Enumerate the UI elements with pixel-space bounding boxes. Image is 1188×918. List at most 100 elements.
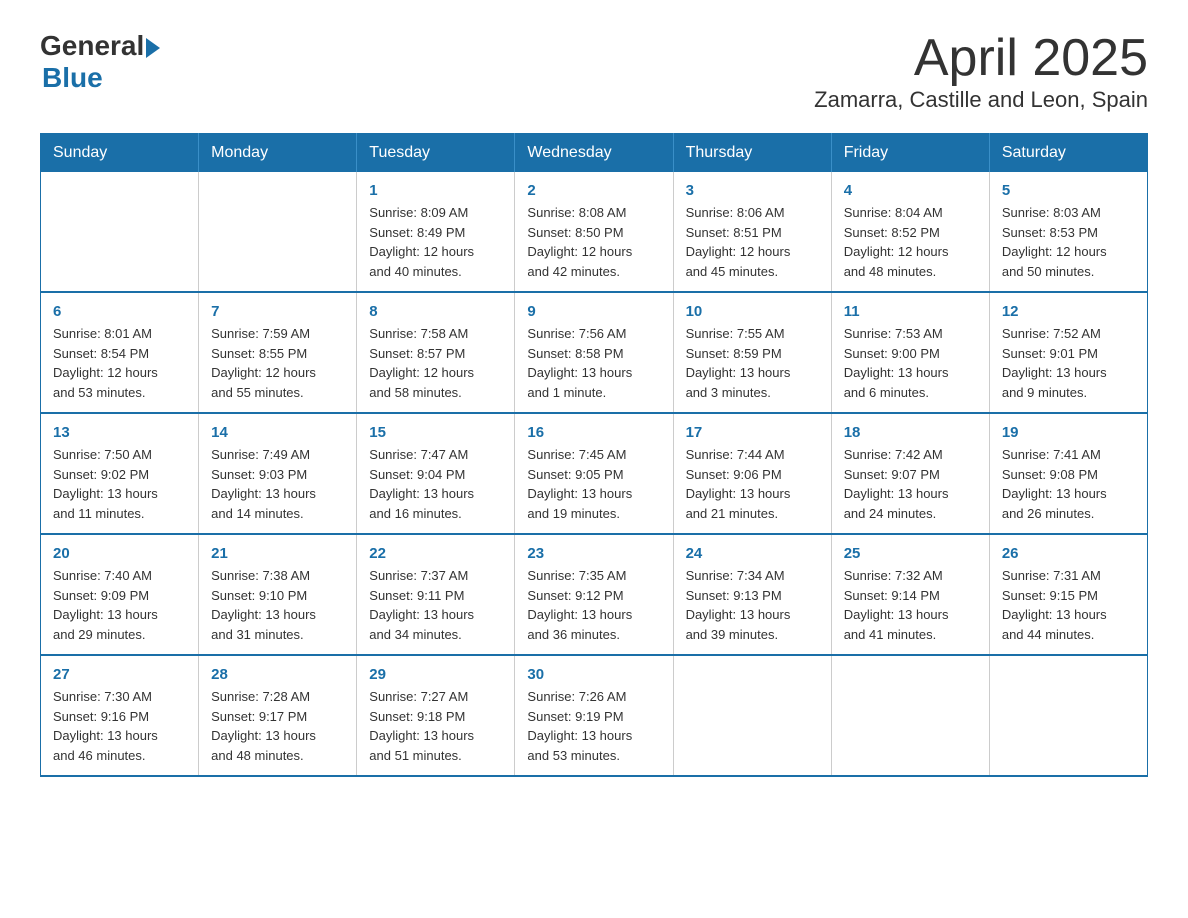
calendar-cell-w2-d2: 7Sunrise: 7:59 AM Sunset: 8:55 PM Daylig…	[199, 292, 357, 413]
day-info: Sunrise: 7:53 AM Sunset: 9:00 PM Dayligh…	[844, 324, 977, 402]
calendar-cell-w3-d5: 17 Sunrise: 7:44 AM Sunset: 9:06 PM Dayli…	[673, 413, 831, 534]
day-info: Sunrise: 7:41 AM Sunset: 9:08 PM Dayligh…	[1002, 445, 1135, 523]
day-number: 29	[369, 666, 502, 683]
calendar-cell-w2-d3: 8 Sunrise: 7:58 AM Sunset: 8:57 PM Daylig…	[357, 292, 515, 413]
col-wednesday: Wednesday	[515, 134, 673, 173]
calendar-cell-w1-d4: 2 Sunrise: 8:08 AM Sunset: 8:50 PM Daylig…	[515, 172, 673, 292]
col-thursday: Thursday	[673, 134, 831, 173]
calendar-week-3: 13Sunrise: 7:50 AM Sunset: 9:02 PM Dayli…	[41, 413, 1148, 534]
day-info: Sunrise: 7:42 AM Sunset: 9:07 PM Dayligh…	[844, 445, 977, 523]
day-number: 4	[844, 182, 977, 199]
day-number: 25	[844, 545, 977, 562]
calendar-header-row: Sunday Monday Tuesday Wednesday Thursday…	[41, 134, 1148, 173]
calendar-cell-w2-d6: 11 Sunrise: 7:53 AM Sunset: 9:00 PM Dayli…	[831, 292, 989, 413]
calendar-cell-w1-d2	[199, 172, 357, 292]
calendar-cell-w2-d4: 9 Sunrise: 7:56 AM Sunset: 8:58 PM Daylig…	[515, 292, 673, 413]
page-header: General Blue April 2025 Zamarra, Castill…	[40, 30, 1148, 113]
calendar-cell-w4-d4: 23Sunrise: 7:35 AM Sunset: 9:12 PM Dayli…	[515, 534, 673, 655]
calendar-cell-w5-d4: 30 Sunrise: 7:26 AM Sunset: 9:19 PM Dayli…	[515, 655, 673, 776]
calendar-cell-w2-d7: 12 Sunrise: 7:52 AM Sunset: 9:01 PM Dayli…	[989, 292, 1147, 413]
calendar-cell-w3-d3: 15 Sunrise: 7:47 AM Sunset: 9:04 PM Dayli…	[357, 413, 515, 534]
day-info: Sunrise: 7:55 AM Sunset: 8:59 PM Dayligh…	[686, 324, 819, 402]
day-info: Sunrise: 7:44 AM Sunset: 9:06 PM Dayligh…	[686, 445, 819, 523]
calendar-cell-w5-d6	[831, 655, 989, 776]
calendar-table: Sunday Monday Tuesday Wednesday Thursday…	[40, 133, 1148, 777]
logo-arrow-icon	[146, 38, 160, 58]
calendar-body: 1Sunrise: 8:09 AM Sunset: 8:49 PM Daylig…	[41, 172, 1148, 776]
title-block: April 2025 Zamarra, Castille and Leon, S…	[814, 30, 1148, 113]
day-number: 11	[844, 303, 977, 320]
day-info: Sunrise: 7:32 AM Sunset: 9:14 PM Dayligh…	[844, 566, 977, 644]
logo: General Blue	[40, 30, 160, 94]
calendar-cell-w4-d1: 20 Sunrise: 7:40 AM Sunset: 9:09 PM Dayli…	[41, 534, 199, 655]
day-info: Sunrise: 8:08 AM Sunset: 8:50 PM Dayligh…	[527, 203, 660, 281]
day-number: 3	[686, 182, 819, 199]
day-number: 20	[53, 545, 186, 562]
day-number: 15	[369, 424, 502, 441]
day-info: Sunrise: 7:35 AM Sunset: 9:12 PM Dayligh…	[527, 566, 660, 644]
calendar-week-1: 1Sunrise: 8:09 AM Sunset: 8:49 PM Daylig…	[41, 172, 1148, 292]
col-monday: Monday	[199, 134, 357, 173]
day-number: 16	[527, 424, 660, 441]
col-saturday: Saturday	[989, 134, 1147, 173]
day-number: 30	[527, 666, 660, 683]
day-info: Sunrise: 8:03 AM Sunset: 8:53 PM Dayligh…	[1002, 203, 1135, 281]
calendar-cell-w4-d5: 24 Sunrise: 7:34 AM Sunset: 9:13 PM Dayli…	[673, 534, 831, 655]
calendar-week-5: 27 Sunrise: 7:30 AM Sunset: 9:16 PM Dayli…	[41, 655, 1148, 776]
calendar-cell-w4-d6: 25 Sunrise: 7:32 AM Sunset: 9:14 PM Dayli…	[831, 534, 989, 655]
calendar-cell-w1-d6: 4 Sunrise: 8:04 AM Sunset: 8:52 PM Daylig…	[831, 172, 989, 292]
calendar-cell-w4-d2: 21Sunrise: 7:38 AM Sunset: 9:10 PM Dayli…	[199, 534, 357, 655]
day-info: Sunrise: 8:06 AM Sunset: 8:51 PM Dayligh…	[686, 203, 819, 281]
calendar-week-2: 6 Sunrise: 8:01 AM Sunset: 8:54 PM Daylig…	[41, 292, 1148, 413]
day-info: Sunrise: 8:01 AM Sunset: 8:54 PM Dayligh…	[53, 324, 186, 402]
day-number: 10	[686, 303, 819, 320]
calendar-cell-w5-d5	[673, 655, 831, 776]
day-number: 9	[527, 303, 660, 320]
day-info: Sunrise: 7:49 AM Sunset: 9:03 PM Dayligh…	[211, 445, 344, 523]
day-info: Sunrise: 7:40 AM Sunset: 9:09 PM Dayligh…	[53, 566, 186, 644]
col-friday: Friday	[831, 134, 989, 173]
calendar-header: Sunday Monday Tuesday Wednesday Thursday…	[41, 134, 1148, 173]
day-number: 7	[211, 303, 344, 320]
calendar-cell-w2-d1: 6 Sunrise: 8:01 AM Sunset: 8:54 PM Daylig…	[41, 292, 199, 413]
calendar-cell-w2-d5: 10 Sunrise: 7:55 AM Sunset: 8:59 PM Dayli…	[673, 292, 831, 413]
logo-blue-text: Blue	[42, 62, 160, 94]
page-subtitle: Zamarra, Castille and Leon, Spain	[814, 87, 1148, 113]
day-info: Sunrise: 7:27 AM Sunset: 9:18 PM Dayligh…	[369, 687, 502, 765]
calendar-cell-w1-d1	[41, 172, 199, 292]
day-number: 6	[53, 303, 186, 320]
day-info: Sunrise: 7:34 AM Sunset: 9:13 PM Dayligh…	[686, 566, 819, 644]
day-info: Sunrise: 7:52 AM Sunset: 9:01 PM Dayligh…	[1002, 324, 1135, 402]
day-number: 12	[1002, 303, 1135, 320]
day-number: 24	[686, 545, 819, 562]
day-number: 26	[1002, 545, 1135, 562]
day-info: Sunrise: 7:26 AM Sunset: 9:19 PM Dayligh…	[527, 687, 660, 765]
calendar-cell-w3-d2: 14Sunrise: 7:49 AM Sunset: 9:03 PM Dayli…	[199, 413, 357, 534]
day-number: 22	[369, 545, 502, 562]
day-number: 13	[53, 424, 186, 441]
calendar-cell-w5-d2: 28 Sunrise: 7:28 AM Sunset: 9:17 PM Dayli…	[199, 655, 357, 776]
day-number: 27	[53, 666, 186, 683]
calendar-cell-w3-d4: 16 Sunrise: 7:45 AM Sunset: 9:05 PM Dayli…	[515, 413, 673, 534]
day-info: Sunrise: 7:30 AM Sunset: 9:16 PM Dayligh…	[53, 687, 186, 765]
calendar-cell-w3-d6: 18 Sunrise: 7:42 AM Sunset: 9:07 PM Dayli…	[831, 413, 989, 534]
day-info: Sunrise: 8:04 AM Sunset: 8:52 PM Dayligh…	[844, 203, 977, 281]
day-number: 17	[686, 424, 819, 441]
calendar-cell-w4-d3: 22Sunrise: 7:37 AM Sunset: 9:11 PM Dayli…	[357, 534, 515, 655]
day-info: Sunrise: 7:28 AM Sunset: 9:17 PM Dayligh…	[211, 687, 344, 765]
day-number: 18	[844, 424, 977, 441]
day-info: Sunrise: 7:56 AM Sunset: 8:58 PM Dayligh…	[527, 324, 660, 402]
day-info: Sunrise: 7:47 AM Sunset: 9:04 PM Dayligh…	[369, 445, 502, 523]
logo-general-text: General	[40, 30, 144, 62]
day-number: 2	[527, 182, 660, 199]
day-info: Sunrise: 7:45 AM Sunset: 9:05 PM Dayligh…	[527, 445, 660, 523]
col-sunday: Sunday	[41, 134, 199, 173]
day-number: 28	[211, 666, 344, 683]
calendar-cell-w5-d1: 27 Sunrise: 7:30 AM Sunset: 9:16 PM Dayli…	[41, 655, 199, 776]
page-title: April 2025	[814, 30, 1148, 87]
day-info: Sunrise: 7:58 AM Sunset: 8:57 PM Dayligh…	[369, 324, 502, 402]
day-info: Sunrise: 8:09 AM Sunset: 8:49 PM Dayligh…	[369, 203, 502, 281]
day-number: 8	[369, 303, 502, 320]
day-info: Sunrise: 7:38 AM Sunset: 9:10 PM Dayligh…	[211, 566, 344, 644]
calendar-cell-w3-d7: 19Sunrise: 7:41 AM Sunset: 9:08 PM Dayli…	[989, 413, 1147, 534]
